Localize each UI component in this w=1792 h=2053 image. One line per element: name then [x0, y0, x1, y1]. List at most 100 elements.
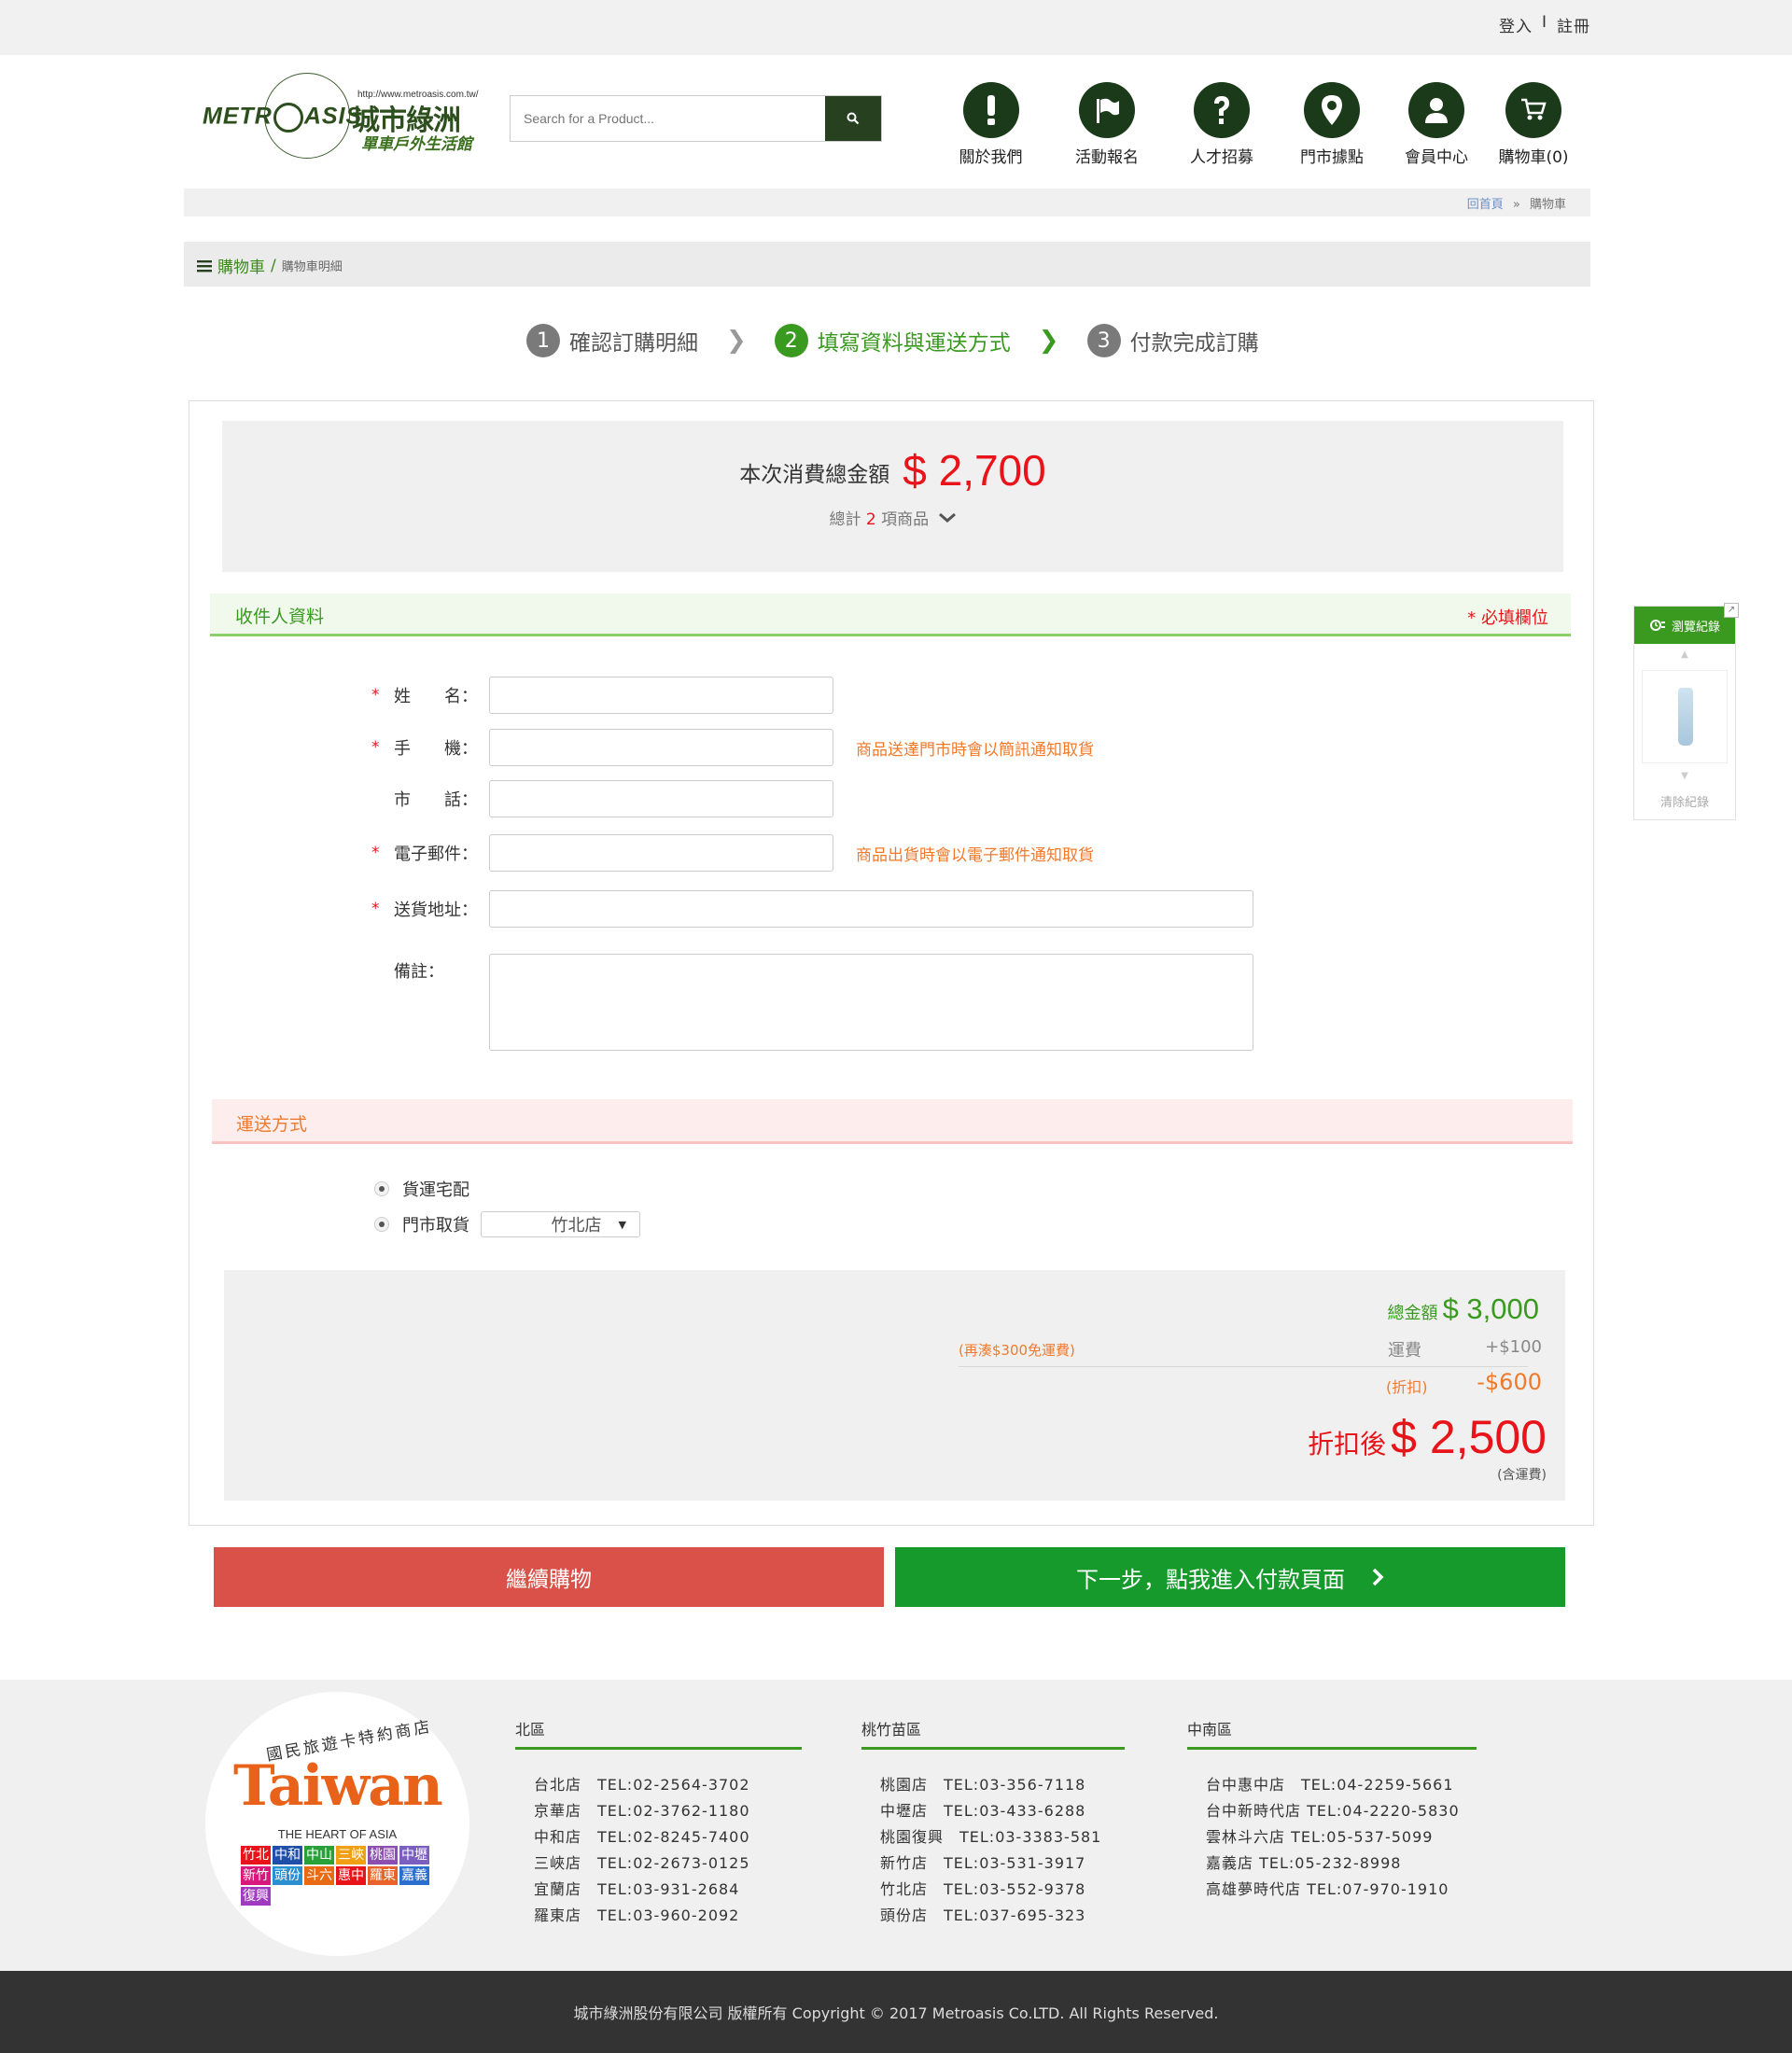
- step-1-label: 確認訂購明細: [569, 331, 698, 356]
- footer-region-north: 北區 台北店 TEL:02-2564-3702 京華店 TEL:02-3762-…: [515, 1717, 802, 1929]
- product-bottle-image: [1678, 688, 1693, 746]
- grand-total-label: 總金額: [1387, 1304, 1438, 1323]
- badge-taiwan-logo: Taiwan: [233, 1753, 443, 1819]
- summary-total-label: 本次消費總金額: [739, 463, 890, 487]
- badge-tag: 新竹: [241, 1866, 271, 1885]
- mobile-hint: 商品送達門市時會以簡訊通知取貨: [856, 740, 1094, 760]
- discount-label: (折扣): [1386, 1378, 1428, 1396]
- radio-button[interactable]: [374, 1217, 389, 1232]
- email-field[interactable]: [489, 834, 833, 872]
- phone-field[interactable]: [489, 780, 833, 817]
- shipping-section-header: 運送方式: [212, 1099, 1573, 1144]
- store-entry: 高雄夢時代店 TEL:07-970-1910: [1206, 1880, 1449, 1898]
- main-nav: 關於我們 活動報名 人才招募 門市據點 會員中心 購物車(0): [933, 82, 1580, 167]
- cart-title[interactable]: 購物車: [217, 254, 265, 277]
- recipient-section-title: 收件人資料: [235, 607, 325, 627]
- badge-tag: 中和: [273, 1846, 302, 1864]
- store-entry: 三峽店 TEL:02-2673-0125: [534, 1854, 750, 1872]
- address-row: * 送貨地址：: [371, 890, 1253, 928]
- address-field[interactable]: [489, 890, 1253, 928]
- shipping-option-store[interactable]: 門市取貨 竹北店 ▼: [374, 1211, 640, 1237]
- nav-stores[interactable]: 門市據點: [1278, 82, 1386, 167]
- shipping-fee-label: 運費: [1388, 1341, 1421, 1361]
- note-textarea[interactable]: [489, 954, 1253, 1051]
- search-input[interactable]: [511, 96, 825, 141]
- user-icon: [1408, 82, 1464, 138]
- badge-tag: 嘉義: [399, 1866, 429, 1885]
- store-entry: 新竹店 TEL:03-531-3917: [880, 1854, 1086, 1872]
- badge-tag: 中山: [304, 1846, 334, 1864]
- required-note: * 必填欄位: [1467, 608, 1548, 628]
- history-product-thumbnail[interactable]: [1642, 670, 1728, 763]
- nav-about[interactable]: 關於我們: [933, 82, 1048, 167]
- chevron-right-icon: [1372, 1568, 1384, 1586]
- travel-card-badge: 國民旅遊卡特約商店 Taiwan THE HEART OF ASIA 竹北 中和…: [205, 1692, 469, 1956]
- continue-shopping-button[interactable]: 繼續購物: [214, 1547, 884, 1607]
- name-row: * 姓 名：: [371, 677, 833, 714]
- grand-total-amount: $ 3,000: [1442, 1292, 1539, 1325]
- badge-tagline: THE HEART OF ASIA: [277, 1827, 398, 1841]
- recipient-section-header: 收件人資料 * 必填欄位: [210, 594, 1571, 636]
- shipping-option-home-label: 貨運宅配: [402, 1180, 469, 1200]
- step-3-number: 3: [1086, 324, 1121, 357]
- phone-label: 市 話：: [394, 790, 478, 810]
- free-shipping-note: (再湊$300免運費): [959, 1342, 1075, 1359]
- step-2: 2 填寫資料與運送方式: [774, 324, 1011, 357]
- badge-store-tags: 竹北 中和 中山 三峽 桃園 中壢 新竹 頭份 斗六 惠中 羅東 嘉義 復興: [241, 1846, 437, 1906]
- login-link[interactable]: 登入: [1499, 13, 1533, 36]
- shipping-fee-amount: +$100: [1485, 1337, 1542, 1357]
- note-row: 備註：: [371, 954, 1253, 1051]
- nav-about-label: 關於我們: [959, 148, 1023, 167]
- menu-icon: [197, 259, 212, 272]
- scroll-up-icon[interactable]: ▲: [1634, 649, 1735, 660]
- totals-panel: 總金額 $ 3,000 (再湊$300免運費) 運費 +$100 (折扣) -$…: [224, 1270, 1565, 1501]
- store-entry: 台中惠中店 TEL:04-2259-5661: [1206, 1776, 1454, 1794]
- nav-careers-label: 人才招募: [1190, 148, 1253, 167]
- item-count: 2: [865, 510, 876, 529]
- external-link-icon[interactable]: ↗: [1724, 603, 1739, 618]
- order-summary: 本次消費總金額 $ 2,700 總計 2 項商品: [222, 421, 1563, 572]
- clear-history-link[interactable]: 清除紀錄: [1634, 792, 1735, 810]
- step-3-label: 付款完成訂購: [1129, 331, 1259, 356]
- footer-region-central-south: 中南區 台中惠中店 TEL:04-2259-5661 台中新時代店 TEL:04…: [1187, 1717, 1477, 1903]
- radio-button[interactable]: [374, 1181, 389, 1196]
- continue-shopping-label: 繼續購物: [506, 1568, 592, 1592]
- nav-careers[interactable]: 人才招募: [1166, 82, 1278, 167]
- scroll-down-icon[interactable]: ▼: [1634, 771, 1735, 781]
- breadcrumb-home[interactable]: 回首頁: [1467, 198, 1504, 212]
- store-select[interactable]: 竹北店 ▼: [481, 1211, 640, 1237]
- final-total-label: 折扣後: [1308, 1429, 1387, 1459]
- site-logo[interactable]: METR ASIS http://www.metroasis.com.tw/ 城市…: [201, 69, 485, 162]
- step-2-number: 2: [774, 324, 808, 357]
- next-step-button[interactable]: 下一步，點我進入付款頁面: [895, 1547, 1565, 1607]
- browsing-history-widget: 瀏覽紀錄 ↗ ▲ ▼ 清除紀錄: [1633, 603, 1739, 820]
- map-pin-icon: [1304, 82, 1360, 138]
- store-entry: 頭份店 TEL:037-695-323: [880, 1906, 1086, 1924]
- store-entry: 嘉義店 TEL:05-232-8998: [1206, 1854, 1402, 1872]
- region-title: 北區: [515, 1717, 802, 1750]
- store-entry: 桃園復興 TEL:03-3383-581: [880, 1828, 1102, 1846]
- chevron-right-icon: ❯: [1038, 327, 1059, 355]
- nav-cart[interactable]: 購物車(0): [1487, 82, 1580, 167]
- phone-row: 市 話：: [371, 780, 833, 817]
- shipping-option-home[interactable]: 貨運宅配: [374, 1177, 469, 1201]
- nav-stores-label: 門市據點: [1300, 148, 1364, 167]
- nav-events[interactable]: 活動報名: [1048, 82, 1166, 167]
- badge-tag: 頭份: [273, 1866, 302, 1885]
- question-icon: [1194, 82, 1250, 138]
- store-entry: 中壢店 TEL:03-433-6288: [880, 1802, 1086, 1820]
- checkout-steps: 1 確認訂購明細 ❯ 2 填寫資料與運送方式 ❯ 3 付款完成訂購: [526, 324, 1259, 357]
- address-label: 送貨地址：: [394, 901, 478, 920]
- search-button[interactable]: [825, 96, 881, 141]
- mobile-label: 手 機：: [394, 739, 478, 759]
- mobile-row: * 手 機： 商品送達門市時會以簡訊通知取貨: [371, 729, 1094, 766]
- mobile-field[interactable]: [489, 729, 833, 766]
- browsing-history-header[interactable]: 瀏覽紀錄: [1634, 607, 1735, 644]
- name-field[interactable]: [489, 677, 833, 714]
- grand-total: 總金額 $ 3,000: [1387, 1292, 1539, 1326]
- register-link[interactable]: 註冊: [1557, 13, 1590, 36]
- store-entry: 京華店 TEL:02-3762-1180: [534, 1802, 750, 1820]
- summary-item-count[interactable]: 總計 2 項商品: [222, 506, 1563, 529]
- footer-region-taoyuan: 桃竹苗區 桃園店 TEL:03-356-7118 中壢店 TEL:03-433-…: [861, 1717, 1125, 1929]
- nav-member[interactable]: 會員中心: [1386, 82, 1487, 167]
